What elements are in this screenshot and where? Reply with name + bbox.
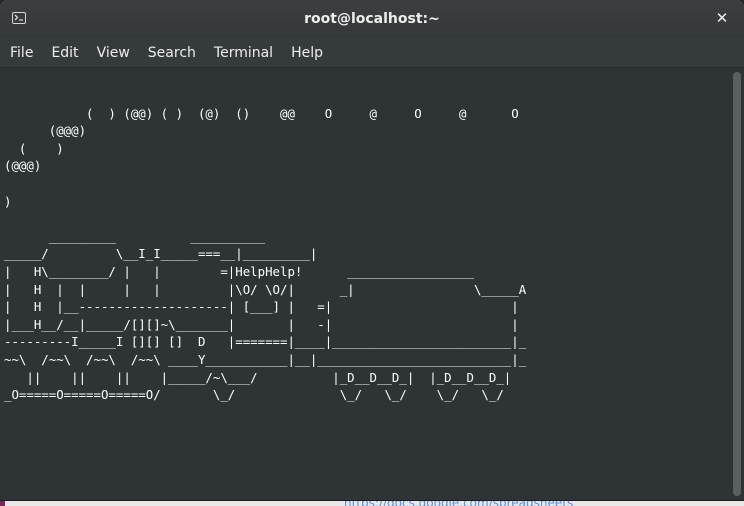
menu-terminal[interactable]: Terminal bbox=[204, 45, 281, 61]
title-bar[interactable]: root@localhost:~ ✕ bbox=[0, 0, 744, 39]
menu-edit[interactable]: Edit bbox=[41, 45, 86, 61]
terminal-window: root@localhost:~ ✕ File Edit View Search… bbox=[0, 0, 744, 500]
menu-file[interactable]: File bbox=[0, 45, 41, 61]
terminal-icon bbox=[12, 12, 26, 24]
menu-help[interactable]: Help bbox=[281, 45, 331, 61]
terminal-area[interactable]: ( ) (@@) ( ) (@) () @@ O @ O @ O (@@@) (… bbox=[0, 68, 730, 500]
close-button[interactable]: ✕ bbox=[714, 10, 730, 26]
menu-view[interactable]: View bbox=[87, 45, 138, 61]
scrollbar[interactable] bbox=[730, 68, 744, 500]
terminal-output: ( ) (@@) ( ) (@) () @@ O @ O @ O (@@@) (… bbox=[4, 105, 527, 403]
background-link[interactable]: https://docs.google.com/spreadsheets bbox=[344, 500, 573, 506]
menu-bar: File Edit View Search Terminal Help bbox=[0, 38, 744, 68]
window-title: root@localhost:~ bbox=[304, 11, 440, 27]
scrollbar-thumb[interactable] bbox=[733, 72, 741, 496]
menu-search[interactable]: Search bbox=[138, 45, 204, 61]
